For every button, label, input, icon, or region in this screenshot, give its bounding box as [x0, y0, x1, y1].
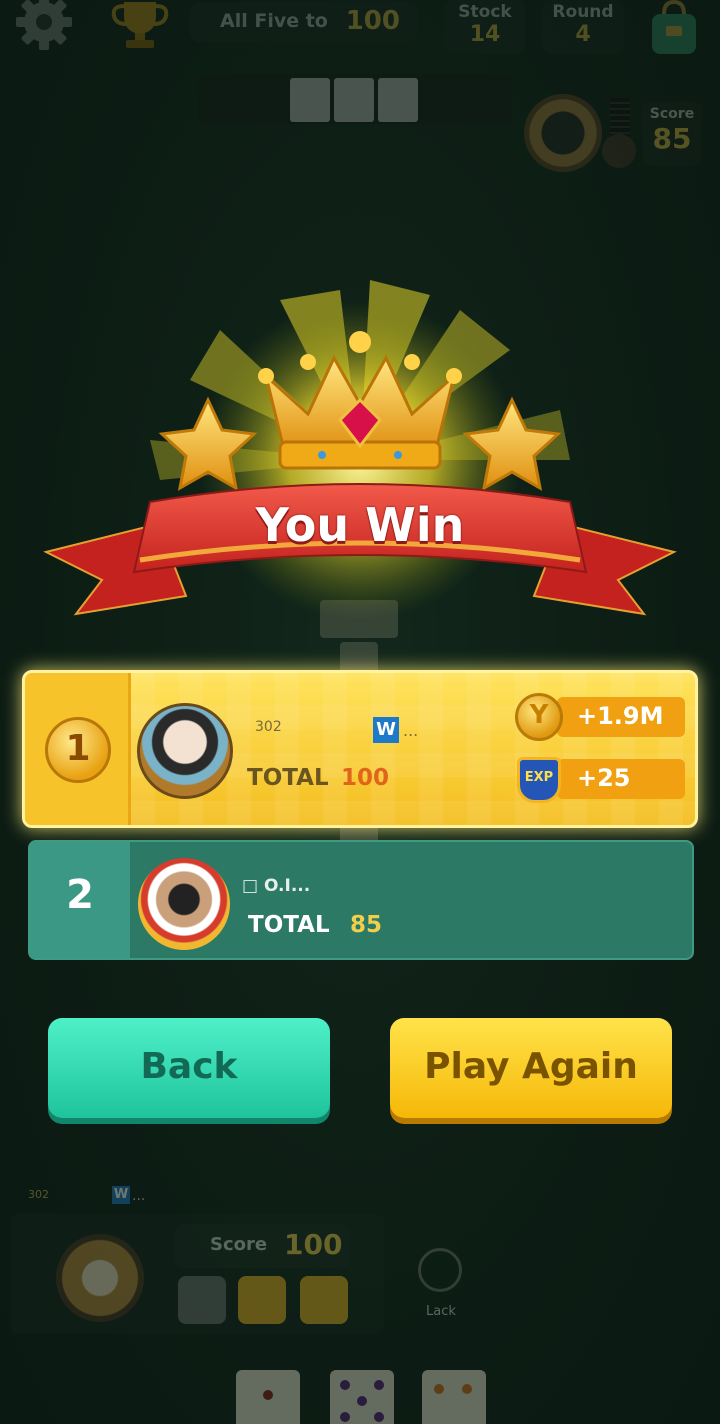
hand-tile[interactable] — [236, 1370, 300, 1424]
opponent-score-label: Score — [649, 106, 695, 122]
rank-number: 2 — [66, 872, 94, 918]
hand-tile[interactable] — [330, 1370, 394, 1424]
player-level: 302 — [28, 1188, 49, 1201]
opponent-tile — [378, 78, 418, 122]
gear-icon[interactable] — [14, 0, 78, 52]
second-avatar[interactable] — [138, 858, 230, 950]
rank-cell: 2 — [30, 842, 130, 958]
back-button[interactable]: Back — [48, 1018, 330, 1118]
opponent-score-value: 85 — [652, 122, 692, 155]
trophy-icon[interactable] — [106, 0, 174, 50]
winner-total-value: 100 — [341, 765, 390, 791]
winner-total-label: TOTAL — [247, 765, 329, 791]
opponent-tile — [290, 78, 330, 122]
opponent-avatar — [524, 94, 602, 172]
second-name: □ O.I... — [242, 876, 311, 896]
emoji-icon[interactable] — [238, 1276, 286, 1324]
goal-label: All Five to — [220, 10, 328, 32]
player-score-value: 100 — [284, 1228, 343, 1261]
opponent-tile — [334, 78, 374, 122]
player-name-badge: W — [112, 1186, 130, 1204]
player-area: 302 W ... Score 100 Lack — [0, 1180, 720, 1424]
banner-art — [43, 280, 677, 620]
player-name: ... — [132, 1188, 146, 1204]
coins-reward-pill: +1.9M — [557, 697, 685, 737]
winner-name-badge: W — [373, 717, 399, 743]
goal-value: 100 — [345, 6, 400, 36]
result-row-winner: 1 302 W ... TOTAL 100 +1.9M +25 EXP — [22, 670, 698, 828]
exp-reward-pill: +25 — [557, 759, 685, 799]
mic-icon[interactable] — [178, 1276, 226, 1324]
play-again-button[interactable]: Play Again — [390, 1018, 672, 1118]
second-total-value: 85 — [350, 912, 383, 938]
rank-cell: 1 — [25, 673, 131, 825]
player-score-box: Score 100 — [174, 1224, 350, 1268]
round-label: Round — [552, 2, 614, 22]
hand-tile[interactable] — [422, 1370, 486, 1424]
you-win-banner: You Win — [40, 270, 680, 630]
player-avatar[interactable] — [56, 1234, 144, 1322]
signal-icon — [610, 98, 630, 138]
you-win-title: You Win — [255, 498, 465, 552]
second-total-label: TOTAL — [248, 912, 330, 938]
round-box: Round 4 — [542, 0, 624, 54]
lack-label: Lack — [426, 1304, 456, 1319]
opponent-score-box: Score 85 — [642, 102, 702, 166]
round-value: 4 — [575, 22, 591, 47]
exp-label: EXP — [524, 770, 554, 785]
coin-icon — [515, 693, 563, 741]
gold-medal-icon: 1 — [45, 717, 111, 783]
winner-level: 302 — [255, 719, 282, 735]
winner-name: ... — [403, 721, 419, 740]
opponent-hand-strip — [198, 74, 512, 124]
goal-pill: All Five to 100 — [190, 2, 418, 42]
stock-value: 14 — [469, 22, 501, 47]
exp-icon: EXP — [517, 757, 561, 803]
stock-label: Stock — [458, 2, 512, 22]
stock-box: Stock 14 — [444, 0, 526, 54]
mic-icon — [602, 134, 636, 168]
coins-reward: +1.9M — [577, 702, 664, 730]
chat-icon[interactable] — [300, 1276, 348, 1324]
bag-icon[interactable] — [644, 0, 704, 56]
top-bar: All Five to 100 Stock 14 Round 4 — [0, 0, 720, 62]
winner-avatar[interactable] — [137, 703, 233, 799]
result-row-second: 2 □ O.I... TOTAL 85 — [28, 840, 694, 960]
player-score-label: Score — [210, 1234, 268, 1255]
exp-reward: +25 — [577, 764, 631, 792]
lack-icon[interactable] — [418, 1248, 462, 1292]
opponent-panel: Score 85 — [522, 70, 712, 180]
